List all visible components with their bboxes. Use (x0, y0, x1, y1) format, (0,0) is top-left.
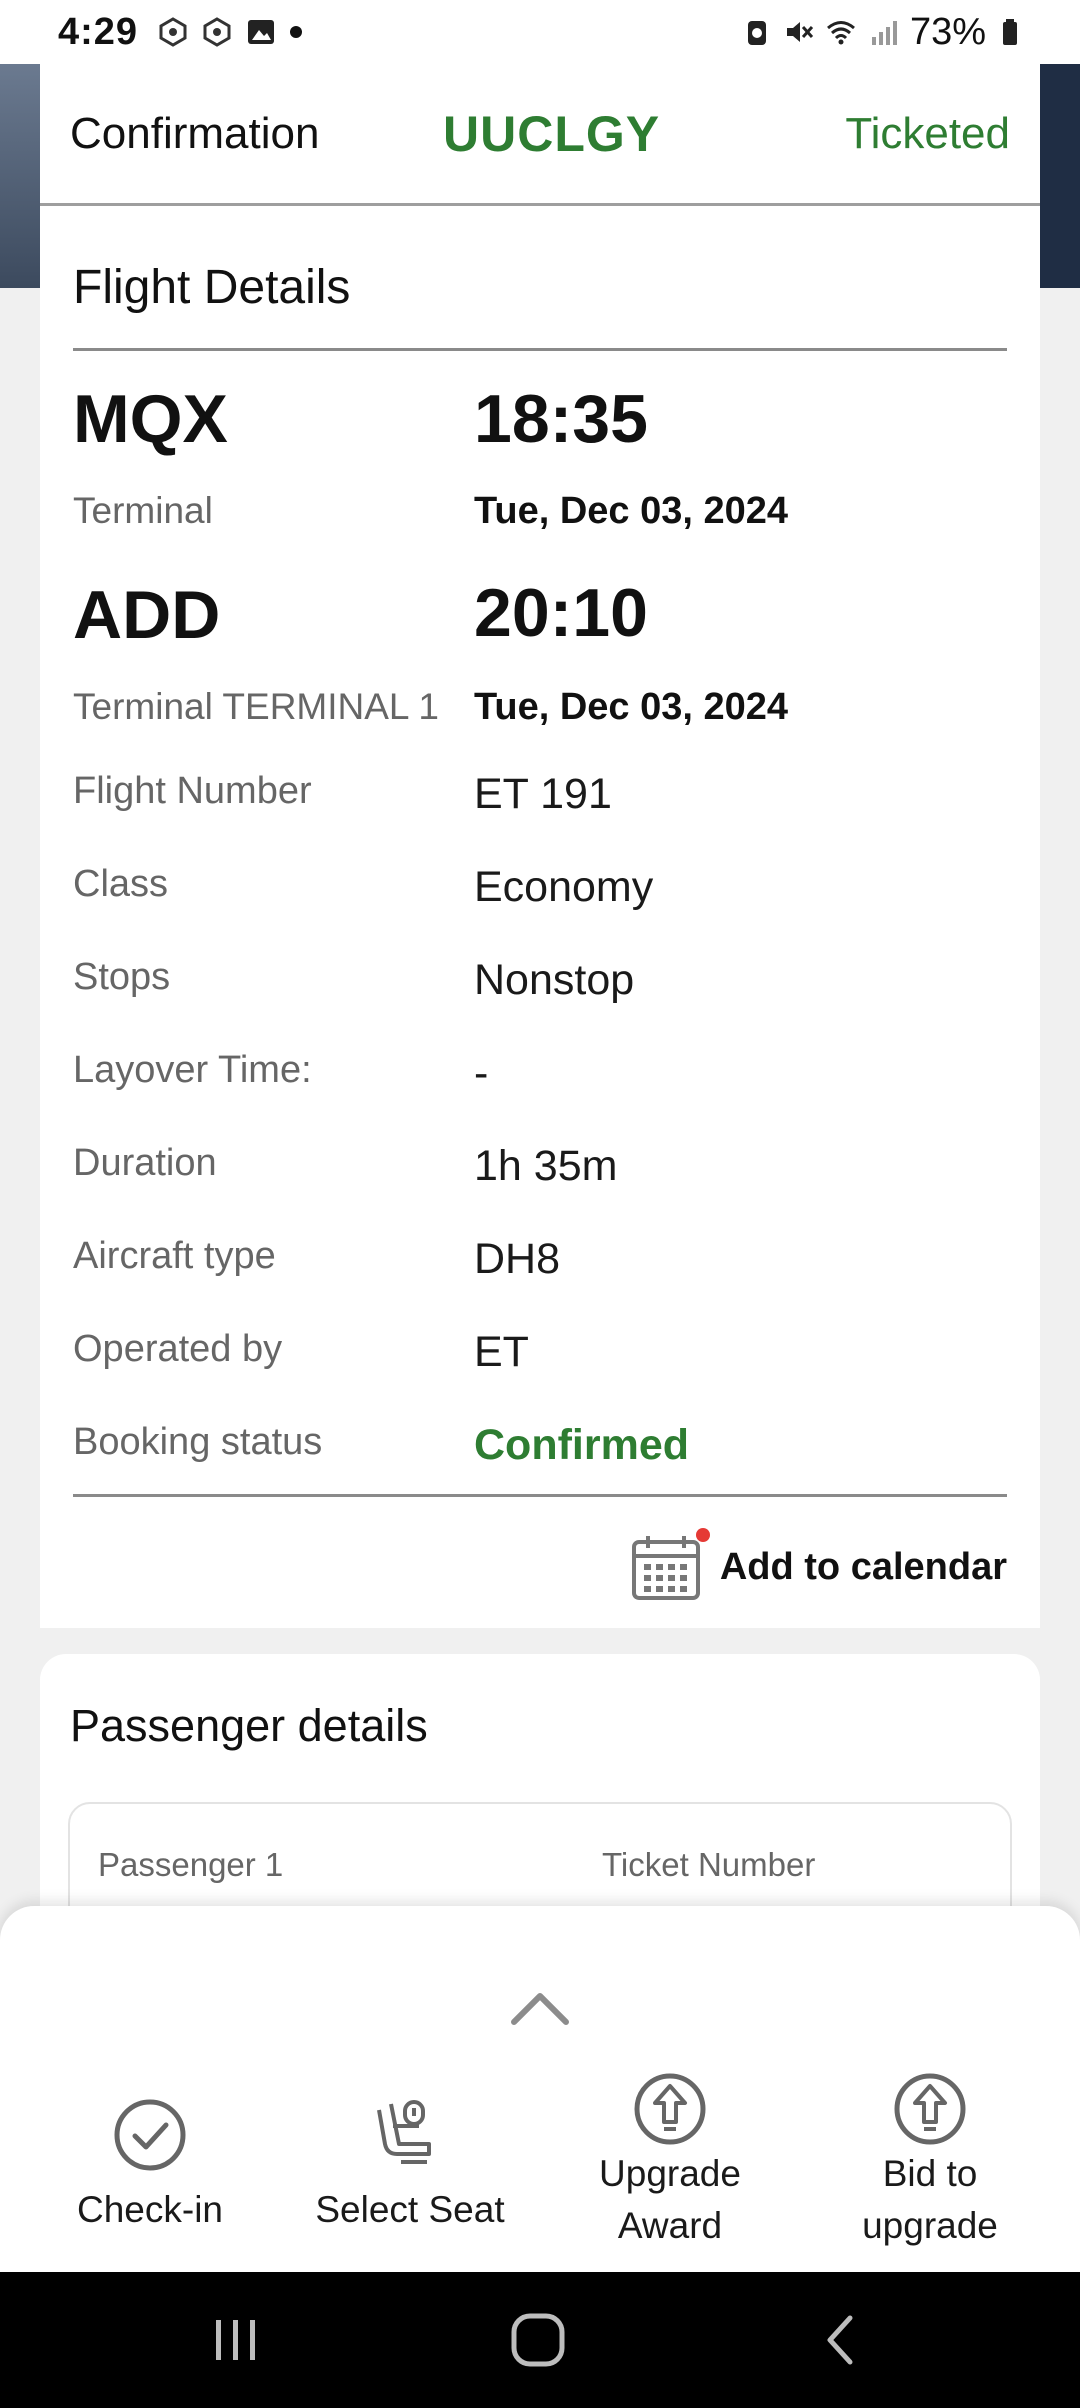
passenger-details-title: Passenger details (70, 1700, 428, 1751)
more-notifications-dot (290, 26, 303, 38)
booking-status-value: Confirmed (474, 1421, 689, 1469)
confirmation-label: Confirmation (70, 108, 320, 158)
upgrade-award-label: Upgrade Award (599, 2153, 741, 2246)
wifi-icon (826, 21, 855, 45)
bid-to-upgrade-label: Bid to upgrade (862, 2153, 998, 2246)
departure-airport: MQX (73, 381, 228, 457)
hero-image-right (1040, 64, 1080, 288)
detail-row-flight-number: Flight Number ET 191 (73, 770, 1007, 830)
seat-icon (377, 2100, 431, 2164)
divider (73, 1494, 1007, 1497)
check-circle-icon (114, 2099, 186, 2171)
bid-to-upgrade-button[interactable]: Bid to upgrade (800, 2070, 1060, 2252)
flight-details-card: Confirmation UUCLGY Ticketed Flight Deta… (40, 64, 1040, 1628)
arrival-date: Tue, Dec 03, 2024 (474, 686, 789, 728)
detail-value: DH8 (474, 1235, 561, 1283)
detail-label: Duration (73, 1142, 217, 1184)
flight-details-title: Flight Details (73, 261, 351, 314)
detail-row-duration: Duration 1h 35m (73, 1142, 1007, 1202)
confirmation-code: UUCLGY (443, 105, 661, 162)
divider (73, 348, 1007, 351)
calendar-icon (630, 1528, 710, 1602)
check-in-label: Check-in (77, 2189, 223, 2230)
signal-icon (871, 21, 897, 45)
detail-label: Operated by (73, 1328, 283, 1370)
detail-row-class: Class Economy (73, 863, 1007, 923)
select-seat-label: Select Seat (315, 2189, 505, 2230)
detail-row-layover: Layover Time: - (73, 1049, 1007, 1109)
check-in-button[interactable]: Check-in (20, 2096, 280, 2236)
detail-row-booking-status: Booking status Confirmed (73, 1421, 1007, 1481)
upgrade-award-button[interactable]: Upgrade Award (540, 2070, 800, 2252)
detail-label: Aircraft type (73, 1235, 276, 1277)
detail-value: ET 191 (474, 770, 612, 818)
app-notification-icon (203, 17, 231, 47)
battery-icon (1003, 19, 1017, 45)
detail-value: 1h 35m (474, 1142, 618, 1190)
recent-apps-icon[interactable] (206, 2310, 266, 2370)
battery-percent: 73% (909, 10, 986, 53)
detail-row-stops: Stops Nonstop (73, 956, 1007, 1016)
detail-label: Stops (73, 956, 171, 998)
arrival-time: 20:10 (474, 575, 648, 651)
arrival-airport: ADD (73, 577, 221, 653)
detail-value: - (474, 1049, 489, 1097)
upgrade-arrow-icon (634, 2073, 706, 2145)
chevron-up-icon[interactable] (508, 1988, 572, 2028)
hero-image-left (0, 64, 40, 288)
upgrade-arrow-icon (894, 2073, 966, 2145)
home-icon[interactable] (508, 2310, 568, 2370)
detail-label: Class (73, 863, 169, 905)
arrival-terminal: Terminal TERMINAL 1 (73, 686, 439, 727)
system-navigation-bar (0, 2272, 1080, 2408)
select-seat-button[interactable]: Select Seat (280, 2096, 540, 2236)
status-time: 4:29 (58, 10, 139, 53)
confirmation-row: Confirmation UUCLGY Ticketed (40, 64, 1040, 206)
ticket-status: Ticketed (845, 108, 1010, 158)
actions-bottom-sheet: Check-in Select Seat Upgrade Award Bid t… (0, 1906, 1080, 2272)
ticket-number-label: Ticket Number (602, 1846, 816, 1883)
detail-label: Booking status (73, 1421, 323, 1463)
detail-value: Economy (474, 863, 654, 911)
notification-icons (158, 17, 303, 47)
mute-icon (786, 22, 814, 42)
alarm-icon (747, 21, 766, 45)
back-icon[interactable] (812, 2310, 872, 2370)
detail-row-operated-by: Operated by ET (73, 1328, 1007, 1388)
system-icons: 73% (742, 11, 1028, 54)
detail-label: Layover Time: (73, 1049, 312, 1091)
detail-row-aircraft: Aircraft type DH8 (73, 1235, 1007, 1295)
detail-label: Flight Number (73, 770, 312, 812)
passenger-label: Passenger 1 (98, 1846, 284, 1883)
add-to-calendar-label: Add to calendar (719, 1545, 1007, 1588)
detail-value: Nonstop (474, 956, 635, 1004)
departure-terminal: Terminal (73, 490, 213, 531)
app-notification-icon (159, 17, 187, 47)
departure-time: 18:35 (474, 381, 648, 457)
departure-date: Tue, Dec 03, 2024 (474, 490, 789, 532)
detail-value: ET (474, 1328, 529, 1376)
notification-dot (695, 1528, 710, 1542)
add-to-calendar-button[interactable]: Add to calendar (630, 1522, 1007, 1612)
status-bar: 4:29 73% (0, 0, 1080, 64)
image-icon (248, 20, 275, 44)
